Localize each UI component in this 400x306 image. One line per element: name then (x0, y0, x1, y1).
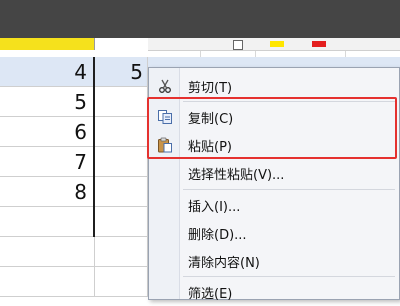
cell-a[interactable]: 5 (0, 87, 95, 117)
menu-item-cut[interactable]: 剪切(T) (149, 72, 399, 100)
window-titlebar (0, 0, 400, 38)
cell-value: 5 (130, 60, 143, 84)
fill-color-icon[interactable] (270, 41, 284, 47)
cell-a[interactable]: 6 (0, 117, 95, 147)
menu-item-clear-contents[interactable]: 清除内容(N) (149, 247, 399, 275)
cell-a[interactable] (0, 207, 95, 237)
cell-a[interactable]: 4 (0, 57, 95, 87)
menu-item-filter[interactable]: 筛选(E) (149, 278, 399, 306)
border-icon[interactable] (233, 40, 243, 50)
menu-item-paste-special[interactable]: 选择性粘贴(V)... (149, 159, 399, 187)
cell-a[interactable] (0, 267, 95, 297)
cell-value: 7 (74, 150, 87, 174)
scissors-icon (157, 78, 173, 94)
cell-a[interactable]: 7 (0, 147, 95, 177)
menu-item-label: 清除内容(N) (188, 256, 260, 271)
font-color-icon[interactable] (312, 41, 326, 47)
menu-item-label: 剪切(T) (188, 81, 233, 96)
highlight-box (147, 97, 397, 159)
cell-b[interactable] (95, 207, 148, 237)
cell-b[interactable] (95, 87, 148, 117)
menu-item-label: 选择性粘贴(V)... (188, 168, 285, 183)
cell-value: 5 (74, 90, 87, 114)
cell-b[interactable] (95, 147, 148, 177)
menu-separator (183, 276, 395, 277)
menu-item-label: 删除(D)... (188, 228, 247, 243)
cell-a[interactable]: 8 (0, 177, 95, 207)
column-header-highlight (0, 38, 94, 50)
menu-separator (183, 189, 395, 190)
cell-value: 8 (74, 180, 87, 204)
menu-item-delete[interactable]: 删除(D)... (149, 219, 399, 247)
cell-value: 6 (74, 120, 87, 144)
cell-b[interactable]: 5 (95, 57, 148, 87)
column-header (94, 38, 149, 50)
menu-item-label: 插入(I)... (188, 200, 241, 215)
cell-b[interactable] (95, 237, 148, 267)
menu-item-label: 筛选(E) (188, 287, 233, 302)
cell-a[interactable] (0, 237, 95, 267)
cell-b[interactable] (95, 177, 148, 207)
cell-b[interactable] (95, 267, 148, 297)
menu-item-insert[interactable]: 插入(I)... (149, 191, 399, 219)
cell-b[interactable] (95, 117, 148, 147)
cell-value: 4 (74, 60, 87, 84)
